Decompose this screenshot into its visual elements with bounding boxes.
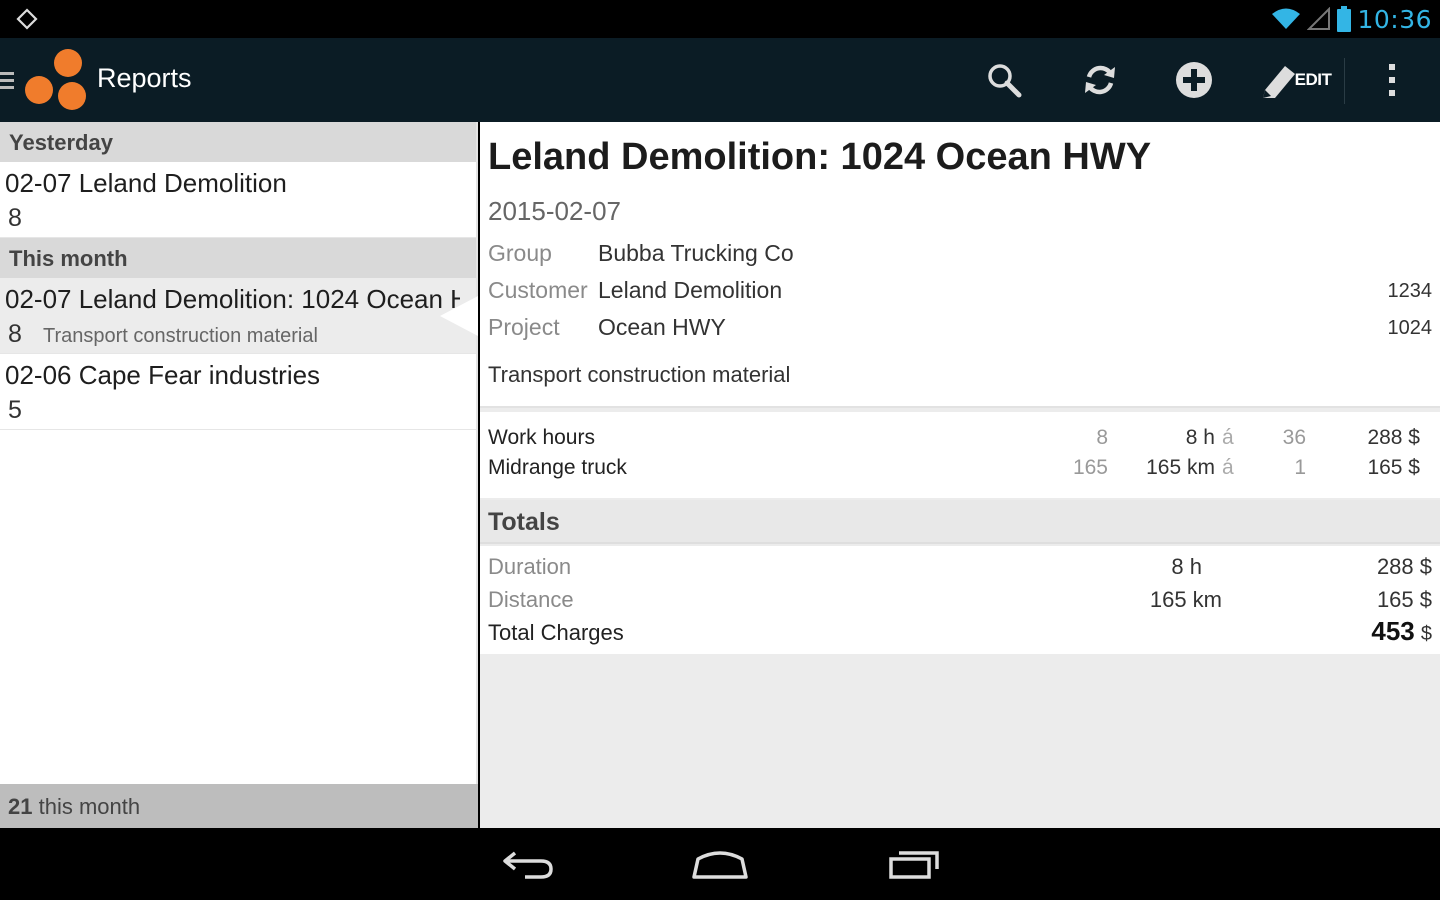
edit-label: EDIT — [1294, 70, 1332, 89]
location-icon — [16, 8, 38, 30]
list-item-title: 02-07 Leland Demolition — [5, 168, 287, 198]
list-item[interactable]: 02-06 Cape Fear industries 5 — [0, 354, 476, 430]
totals-header: Totals — [480, 500, 1440, 544]
line-item-qty: 165 — [1072, 456, 1108, 479]
edit-button[interactable]: EDIT — [1254, 56, 1336, 104]
totals-card: Duration 8 h 288 $ Distance 165 km 165 $… — [480, 546, 1440, 654]
totals-row-charges: Total Charges 453 $ — [480, 616, 1440, 650]
line-item-unit-qty: 165 km — [1146, 456, 1215, 479]
total-charges-currency: $ — [1420, 623, 1432, 645]
detail-date: 2015-02-07 — [488, 196, 621, 226]
line-item-rate: 36 — [1282, 426, 1306, 449]
back-icon — [503, 851, 553, 879]
total-charges-amount: 453 $ — [1371, 616, 1432, 647]
line-item-a: á — [1222, 426, 1234, 449]
list-item-title: 02-06 Cape Fear industries — [5, 360, 321, 390]
project-number: 1024 — [1387, 317, 1433, 339]
list-item-selected[interactable]: 02-07 Leland Demolition: 1024 Ocean HWY … — [0, 278, 478, 354]
detail-header-card: Leland Demolition: 1024 Ocean HWY 2015-0… — [480, 122, 1440, 408]
line-item-unit-qty: 8 h — [1185, 426, 1215, 449]
battery-icon — [1337, 6, 1352, 32]
totals-row-duration: Duration 8 h 288 $ — [480, 554, 1440, 584]
menu-icon[interactable] — [0, 70, 14, 90]
list-item-description: Transport construction material — [43, 325, 318, 347]
line-item-row: Midrange truck 165 165 km á 1 165 $ — [480, 456, 1440, 484]
recent-apps-button[interactable] — [882, 844, 946, 884]
line-item-a: á — [1222, 456, 1234, 479]
app-title[interactable]: Reports — [97, 63, 192, 94]
line-item-qty: 8 — [1096, 426, 1108, 449]
group-label: Group — [488, 240, 552, 266]
action-divider — [1344, 58, 1345, 104]
line-item-total: 165 $ — [1367, 456, 1420, 479]
navigation-bar — [0, 828, 1440, 900]
report-list: Yesterday 02-07 Leland Demolition 8 This… — [0, 122, 478, 828]
report-detail: Leland Demolition: 1024 Ocean HWY 2015-0… — [480, 122, 1440, 828]
line-item-row: Work hours 8 8 h á 36 288 $ — [480, 426, 1440, 454]
project-value: Ocean HWY — [598, 314, 726, 340]
clock: 10:36 — [1357, 4, 1432, 34]
add-icon — [1176, 62, 1212, 98]
list-item-count: 8 — [8, 320, 22, 348]
home-icon — [692, 851, 748, 879]
edit-icon — [1262, 66, 1295, 98]
footer-count: 21 — [8, 794, 33, 819]
group-value: Bubba Trucking Co — [598, 240, 794, 266]
line-item-rate: 1 — [1294, 456, 1306, 479]
detail-description: Transport construction material — [488, 362, 791, 387]
recent-apps-icon — [889, 851, 939, 879]
back-button[interactable] — [496, 844, 560, 884]
distance-amount: 165 $ — [1376, 587, 1432, 612]
status-indicators: 10:36 — [1271, 4, 1432, 34]
overflow-menu-button[interactable] — [1368, 56, 1416, 104]
list-item-count: 8 — [8, 204, 22, 232]
distance-label: Distance — [488, 587, 574, 612]
list-item-title: 02-07 Leland Demolition: 1024 Ocean HWY — [5, 284, 460, 314]
line-item-total: 288 $ — [1367, 426, 1420, 449]
signal-icon — [1307, 7, 1331, 30]
line-items: Work hours 8 8 h á 36 288 $ Midrange tru… — [480, 412, 1440, 498]
customer-label: Customer — [488, 277, 588, 303]
list-item-count: 5 — [8, 396, 22, 424]
distance-value: 165 km — [1149, 587, 1222, 612]
totals-row-distance: Distance 165 km 165 $ — [480, 587, 1440, 617]
section-header-yesterday: Yesterday — [0, 122, 476, 162]
search-button[interactable] — [980, 56, 1028, 104]
status-bar: 10:36 — [0, 0, 1440, 38]
customer-value: Leland Demolition — [598, 277, 783, 303]
add-button[interactable] — [1170, 56, 1218, 104]
refresh-icon — [1085, 65, 1115, 95]
overflow-menu-icon — [1389, 64, 1395, 96]
selection-indicator — [440, 296, 478, 336]
action-bar: Reports EDIT — [0, 38, 1440, 122]
section-header-this-month: This month — [0, 238, 476, 278]
duration-value: 8 h — [1171, 554, 1202, 579]
refresh-button[interactable] — [1076, 56, 1124, 104]
footer-text: this month — [38, 794, 141, 819]
wifi-icon — [1272, 8, 1301, 29]
list-item[interactable]: 02-07 Leland Demolition 8 — [0, 162, 476, 238]
list-footer: 21 this month — [0, 784, 478, 828]
home-button[interactable] — [688, 844, 752, 884]
duration-amount: 288 $ — [1376, 554, 1432, 579]
line-item-name: Midrange truck — [488, 456, 627, 479]
detail-title: Leland Demolition: 1024 Ocean HWY — [488, 136, 1152, 178]
customer-number: 1234 — [1387, 280, 1433, 302]
total-charges-label: Total Charges — [488, 620, 624, 645]
line-item-name: Work hours — [488, 426, 595, 449]
total-charges-value: 453 — [1371, 616, 1415, 646]
duration-label: Duration — [488, 554, 572, 579]
search-icon — [988, 64, 1022, 98]
app-logo[interactable] — [22, 46, 88, 112]
project-label: Project — [488, 314, 560, 340]
